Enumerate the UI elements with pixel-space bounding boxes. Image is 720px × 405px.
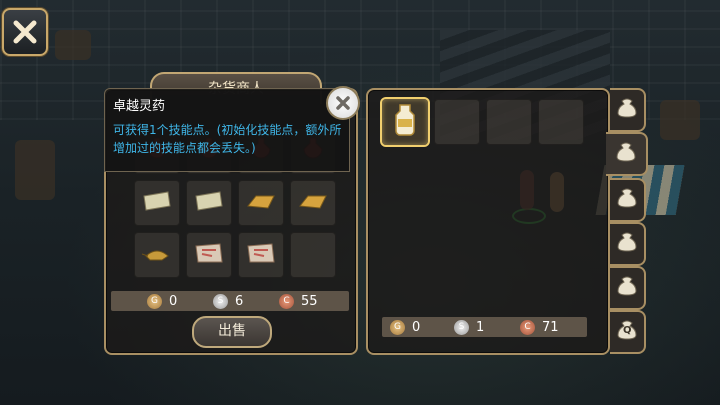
gold-bar-icon [244,186,278,220]
scene-barrel [660,100,700,140]
silver-coin-icon: S [213,293,228,309]
bag-item-slot[interactable] [434,99,480,145]
map-scroll-icon [192,238,226,272]
shop-money-bar: G 0 S 6 C 55 [111,291,349,311]
sell-button[interactable]: 出售 [192,316,272,348]
shop-item-slot[interactable] [186,180,232,226]
copper-coin-icon: C [520,319,535,335]
player-silver-value: 1 [476,319,485,335]
item-tooltip: 卓越灵药 可获得1个技能点。(初始化技能点，额外所增加过的技能点都会丢失。) [104,88,350,172]
gold-bar-icon [296,186,330,220]
bag-icon [615,231,639,257]
scene-barrel [55,30,91,60]
player-gold-value: 0 [412,319,421,335]
tooltip-item-description: 可获得1个技能点。(初始化技能点，额外所增加过的技能点都会丢失。) [113,123,342,155]
bag-tab-1[interactable] [610,88,646,132]
bag-tab-2[interactable] [606,132,648,176]
bag-tab-3[interactable] [610,178,646,222]
player-copper-value: 71 [542,319,559,335]
map-scroll-icon [244,238,278,272]
shop-item-slot[interactable] [238,232,284,278]
bag-icon [615,187,639,213]
copper-coin-icon: C [279,293,294,309]
player-money-bar: G 0 S 1 C 71 [382,317,587,337]
close-icon [13,20,37,44]
bag-item-slot[interactable] [382,99,428,145]
bag-icon [614,141,638,167]
silver-coin-icon: S [454,319,469,335]
bag-icon [615,97,639,123]
scroll-icon [140,186,174,220]
scene-barrel [15,140,55,200]
shop-copper-value: 55 [301,293,318,309]
tooltip-close-button[interactable] [326,86,360,120]
close-icon [336,96,350,110]
gold-coin-icon: G [147,293,162,309]
bag-item-slot[interactable] [486,99,532,145]
quest-tab-label: Q [623,325,632,336]
tooltip-item-name: 卓越灵药 [113,99,166,114]
shop-item-slot[interactable] [186,232,232,278]
bag-item-grid [382,99,584,145]
bag-item-slot[interactable] [538,99,584,145]
bag-icon [615,275,639,301]
close-window-button[interactable] [2,8,48,56]
shop-gold-value: 0 [169,293,178,309]
quest-bag-icon: Q [615,319,639,345]
bag-tab-5[interactable] [610,266,646,310]
elixir-jar-icon [388,101,422,143]
shop-item-slot[interactable] [134,180,180,226]
magic-lamp-icon [140,238,174,272]
bag-tab-6[interactable]: Q [610,310,646,354]
shop-item-slot[interactable] [238,180,284,226]
shop-item-slot[interactable] [290,180,336,226]
shop-item-slot[interactable] [290,232,336,278]
shop-silver-value: 6 [235,293,244,309]
scroll-icon [192,186,226,220]
gold-coin-icon: G [390,319,405,335]
shop-item-slot[interactable] [134,232,180,278]
bag-tab-4[interactable] [610,222,646,266]
